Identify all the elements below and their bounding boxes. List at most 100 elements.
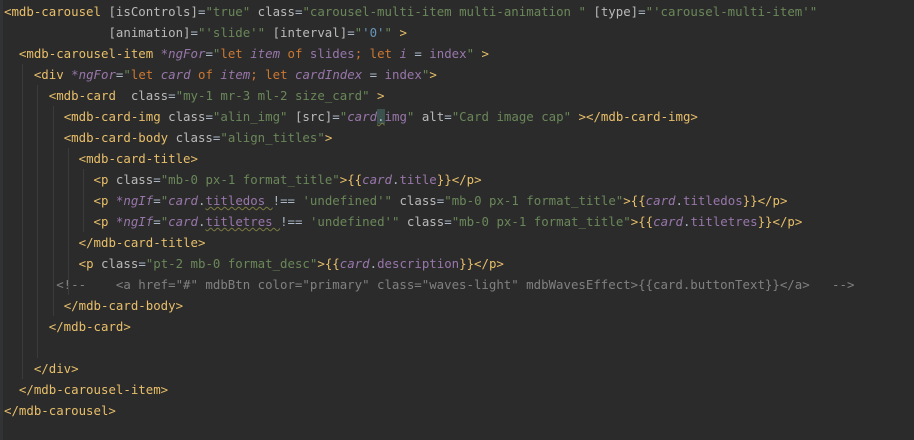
code-line: <p *ngIf="card.titletres !== 'undefined'…: [4, 211, 803, 232]
code-token: <div: [33, 67, 72, 82]
code-line: </div>: [4, 358, 79, 379]
code-token: alt: [421, 109, 445, 124]
code-token: .: [369, 256, 378, 271]
code-token: *ngFor: [71, 67, 116, 82]
code-token: <mdb-carousel: [4, 4, 109, 19]
code-token: {{: [324, 256, 340, 271]
code-token: [interval]: [272, 25, 348, 40]
code-token: index: [384, 67, 422, 82]
code-token: }}: [436, 172, 452, 187]
code-token: card: [653, 214, 683, 229]
code-token: }}: [757, 214, 773, 229]
code-token: >: [481, 46, 489, 61]
code-token: !==: [280, 214, 310, 229]
code-token: class: [101, 256, 139, 271]
code-line: <mdb-card-title>: [4, 148, 198, 169]
code-token: '0': [362, 25, 385, 40]
code-token: i: [399, 46, 415, 61]
code-token: "mb-0 px-1 format_title": [160, 172, 340, 187]
code-token: ": [354, 25, 363, 40]
code-token: ": [466, 46, 482, 61]
code-token: class: [168, 109, 206, 124]
code-token: "mb-0 px-1 format_title": [451, 214, 631, 229]
code-token: =: [444, 214, 452, 229]
code-line: </mdb-card-title>: [4, 232, 206, 253]
code-token: card: [168, 214, 199, 229]
code-token: let: [220, 46, 251, 61]
code-token: =: [347, 25, 355, 40]
code-token: </p>: [474, 256, 504, 271]
code-token: </p>: [772, 214, 803, 229]
code-token: .: [377, 109, 385, 124]
code-token: index: [429, 46, 467, 61]
code-token: "'slide'": [197, 25, 273, 40]
code-token: !==: [272, 193, 303, 208]
code-token: </mdb-carousel-item>: [18, 382, 169, 397]
code-token: card: [160, 67, 199, 82]
code-token: </mdb-card-body>: [63, 298, 184, 313]
code-token: "Card image cap": [451, 109, 579, 124]
code-token: </mdb-card-title>: [78, 235, 206, 250]
code-token: .: [675, 193, 683, 208]
code-token: >: [429, 67, 437, 82]
code-token: >: [324, 130, 333, 145]
code-token: cardIndex: [295, 67, 370, 82]
code-token: [isControls]: [108, 4, 198, 19]
code-token: =: [444, 109, 452, 124]
code-token: =: [190, 25, 198, 40]
code-token: *ngIf: [115, 193, 154, 208]
code-line: <!-- <a href="#" mdbBtn color="primary" …: [4, 274, 854, 295]
code-editor[interactable]: <mdb-carousel [isControls]="true" class=…: [0, 0, 914, 440]
code-token: "alin_img": [212, 109, 295, 124]
code-line: <mdb-carousel [isControls]="true" class=…: [4, 1, 817, 22]
code-token: {{: [347, 172, 363, 187]
code-token: item: [220, 67, 251, 82]
code-token: "mb-0 px-1 format_title": [444, 193, 624, 208]
code-token: =: [369, 67, 385, 82]
editor-gutter: [0, 0, 3, 440]
code-token: "carousel-multi-item multi-animation ": [302, 4, 594, 19]
code-token: <p: [78, 256, 101, 271]
code-token: </mdb-card>: [48, 319, 131, 334]
code-token: card: [347, 109, 378, 124]
code-token: =: [638, 4, 646, 19]
code-line: [animation]="'slide'" [interval]="'0'" >: [4, 22, 406, 43]
code-token: {{: [638, 214, 654, 229]
code-token: [animation]: [108, 25, 191, 40]
code-token: ></mdb-card-img>: [578, 109, 698, 124]
code-token: ": [392, 214, 407, 229]
code-token: let: [130, 67, 161, 82]
code-token: card: [168, 193, 199, 208]
code-token: 'undefined': [302, 193, 385, 208]
code-token: "pt-2 mb-0 format_desc": [145, 256, 318, 271]
code-token: ": [384, 25, 400, 40]
code-token: >: [623, 193, 631, 208]
code-token: =: [153, 172, 161, 187]
code-token: item: [250, 46, 288, 61]
code-token: <p: [93, 172, 116, 187]
code-token: <mdb-card-title>: [78, 151, 198, 166]
code-token: =: [414, 46, 430, 61]
code-token: <mdb-carousel-item: [18, 46, 161, 61]
code-token: =: [205, 109, 213, 124]
code-token: {{: [630, 193, 646, 208]
code-token: <!-- <a href="#" mdbBtn color="primary" …: [4, 277, 855, 292]
code-token: img: [384, 109, 407, 124]
code-line: <p class="mb-0 px-1 format_title">{{card…: [4, 169, 482, 190]
code-token: ": [406, 109, 422, 124]
code-token: *ngIf: [115, 214, 154, 229]
code-line: <div *ngFor = "let card of item; let cardI…: [4, 64, 437, 85]
code-token: </mdb-carousel>: [4, 403, 116, 418]
